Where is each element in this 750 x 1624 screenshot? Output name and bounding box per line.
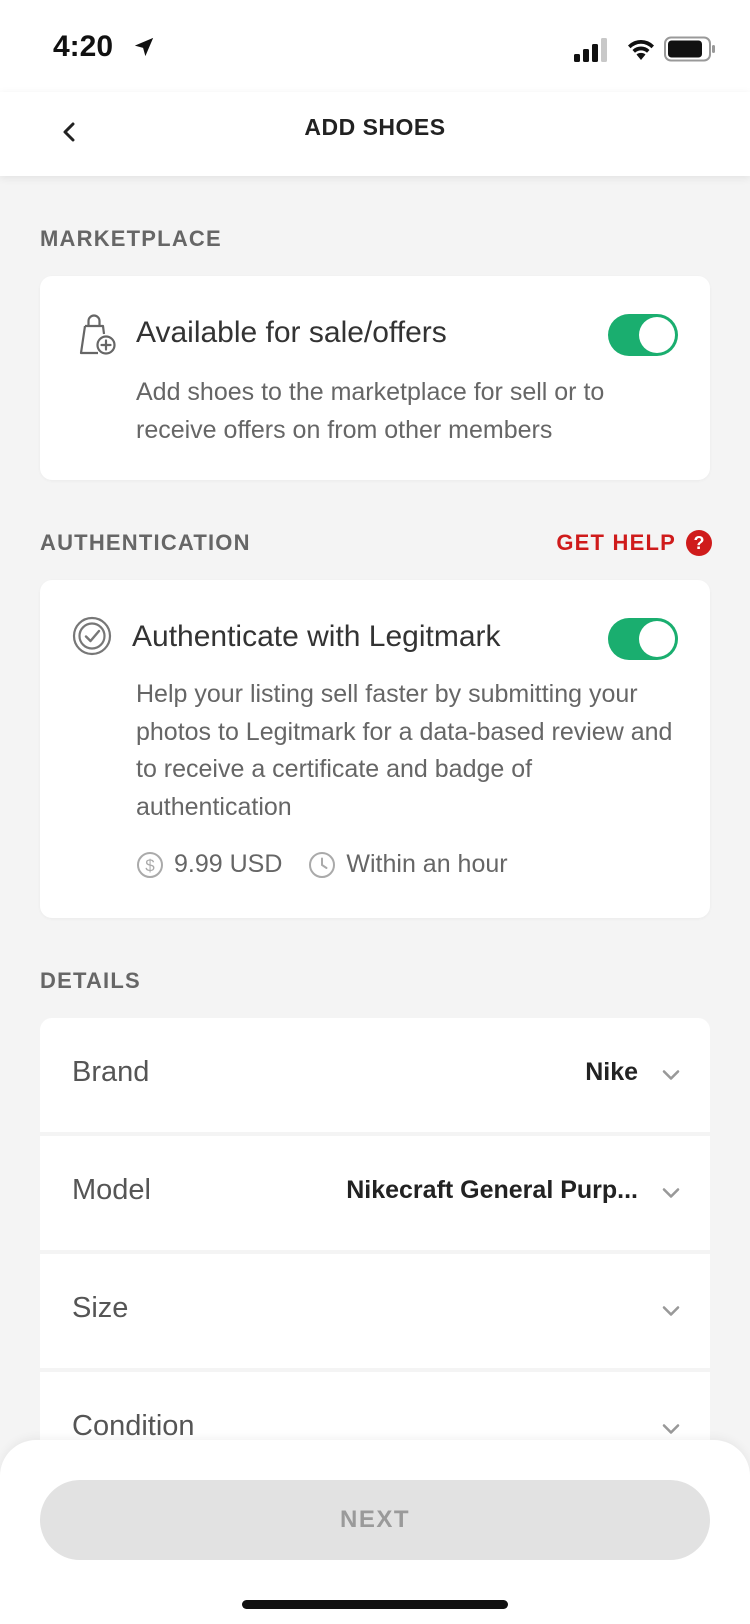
chevron-down-icon [662,1188,680,1198]
wifi-icon [628,39,654,60]
home-indicator[interactable] [242,1600,508,1609]
authentication-meta: $ 9.99 USD Within an hour [136,850,508,879]
cellular-signal-icon [574,38,607,62]
marketplace-card: Available for sale/offers Add shoes to t… [40,276,710,480]
question-circle-icon: ? [686,530,712,556]
authentication-card: Authenticate with Legitmark Help your li… [40,580,710,918]
brand-select-row[interactable]: Brand Nike [40,1018,710,1132]
status-time: 4:20 [53,30,114,63]
authentication-description: Help your listing sell faster by submitt… [136,680,673,821]
authentication-turnaround: Within an hour [346,850,508,878]
size-select-row[interactable]: Size [40,1254,710,1368]
section-label-marketplace: MARKETPLACE [40,226,222,251]
condition-label: Condition [72,1410,195,1442]
marketplace-toggle[interactable] [608,314,678,356]
chevron-down-icon [662,1424,680,1434]
authentication-title: Authenticate with Legitmark [132,620,501,653]
location-arrow-icon [134,37,154,57]
toggle-knob [639,621,675,657]
authentication-price: 9.99 USD [174,850,283,878]
dollar-circle-icon: $ [137,851,163,878]
brand-label: Brand [72,1056,150,1088]
clock-icon [309,851,336,878]
shopping-bag-add-icon [79,314,116,355]
battery-icon [664,36,715,62]
svg-text:$: $ [145,856,155,875]
section-label-authentication: AUTHENTICATION [40,530,251,555]
brand-value: Nike [585,1058,638,1086]
verified-check-icon [72,616,112,656]
next-button[interactable]: NEXT [40,1480,710,1560]
status-bar: 4:20 [0,0,750,92]
size-label: Size [72,1292,129,1324]
authentication-toggle[interactable] [608,618,678,660]
toggle-knob [639,317,675,353]
marketplace-description: Add shoes to the marketplace for sell or… [136,378,605,444]
chevron-down-icon [662,1070,680,1080]
get-help-label: GET HELP [556,530,676,555]
nav-bar: ADD SHOES [0,92,750,176]
bottom-action-sheet: NEXT [0,1440,750,1624]
next-button-label: NEXT [339,1506,410,1533]
get-help-link[interactable]: GET HELP ? [556,530,712,556]
section-label-details: DETAILS [40,968,141,993]
page-title: ADD SHOES [304,114,446,140]
model-select-row[interactable]: Model Nikecraft General Purp... [40,1136,710,1250]
model-value: Nikecraft General Purp... [346,1176,638,1204]
model-label: Model [72,1174,151,1206]
marketplace-title: Available for sale/offers [136,316,447,349]
chevron-down-icon [662,1306,680,1316]
